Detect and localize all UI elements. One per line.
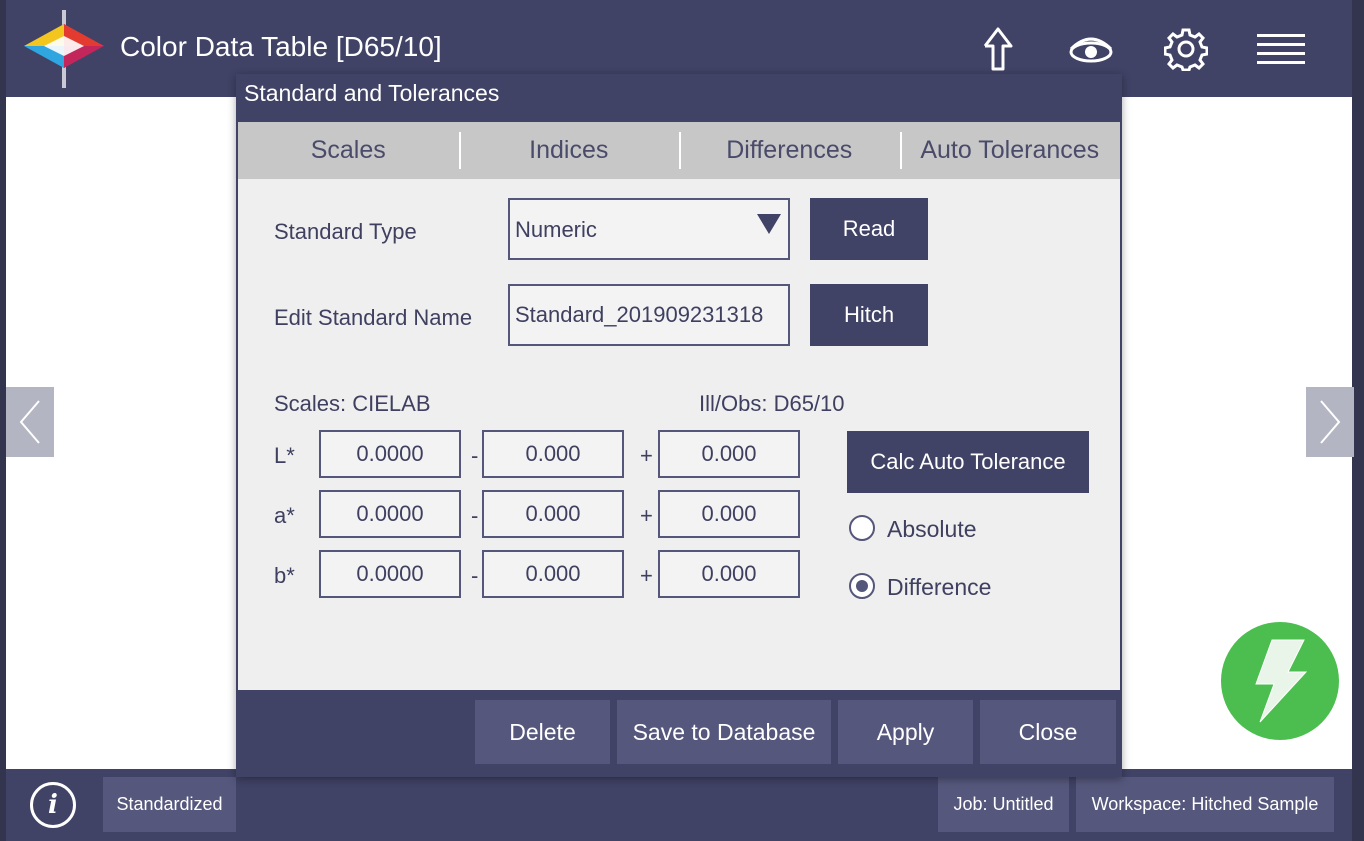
a-star-minus-tolerance-input[interactable]: 0.000 <box>482 490 624 538</box>
hamburger-menu-icon[interactable] <box>1254 22 1308 76</box>
b-star-plus-tolerance-input[interactable]: 0.000 <box>658 550 800 598</box>
gear-icon[interactable] <box>1159 22 1213 76</box>
b-star-minus-tolerance-input[interactable]: 0.000 <box>482 550 624 598</box>
difference-radio[interactable] <box>849 573 875 599</box>
dropdown-arrow-icon <box>757 214 781 234</box>
standard-name-input[interactable]: Standard_201909231318 <box>508 284 790 346</box>
app-title: Color Data Table [D65/10] <box>120 31 442 62</box>
standard-type-label: Standard Type <box>274 219 417 244</box>
a-star-label: a* <box>274 503 295 528</box>
tab-scales[interactable]: Scales <box>238 122 459 179</box>
eye-icon[interactable] <box>1064 22 1118 76</box>
absolute-radio[interactable] <box>849 515 875 541</box>
hitch-button[interactable]: Hitch <box>810 284 928 346</box>
tab-differences[interactable]: Differences <box>679 122 900 179</box>
calc-auto-tolerance-button[interactable]: Calc Auto Tolerance <box>847 431 1089 493</box>
difference-radio-label[interactable]: Difference <box>887 574 991 601</box>
tab-indices[interactable]: Indices <box>458 122 680 179</box>
minus-sign: - <box>471 503 479 528</box>
absolute-radio-label[interactable]: Absolute <box>887 516 977 543</box>
next-page-button[interactable] <box>1306 387 1354 457</box>
info-button[interactable]: i <box>30 782 76 828</box>
lightning-bolt-icon <box>1255 639 1308 723</box>
measure-button[interactable] <box>1221 622 1339 740</box>
status-bar: i Standardized Job: Untitled Workspace: … <box>6 769 1352 841</box>
l-star-plus-tolerance-input[interactable]: 0.000 <box>658 430 800 478</box>
scales-label: Scales: CIELAB <box>274 391 431 416</box>
app-logo <box>24 10 104 88</box>
a-star-plus-tolerance-input[interactable]: 0.000 <box>658 490 800 538</box>
tab-bar: Scales Indices Differences Auto Toleranc… <box>238 122 1120 179</box>
chevron-right-icon <box>1320 400 1341 444</box>
l-star-value-input[interactable]: 0.0000 <box>319 430 461 478</box>
l-star-minus-tolerance-input[interactable]: 0.000 <box>482 430 624 478</box>
job-indicator[interactable]: Job: Untitled <box>938 777 1069 832</box>
edit-standard-name-label: Edit Standard Name <box>274 305 473 330</box>
previous-page-button[interactable] <box>6 387 54 457</box>
b-star-label: b* <box>274 563 295 588</box>
minus-sign: - <box>471 443 479 468</box>
plus-sign: + <box>640 563 653 588</box>
upload-arrow-icon[interactable] <box>971 22 1025 76</box>
save-to-database-button[interactable]: Save to Database <box>617 700 831 764</box>
plus-sign: + <box>640 503 653 528</box>
standard-tolerances-dialog: Standard and Tolerances Scales Indices D… <box>236 74 1122 777</box>
l-star-label: L* <box>274 443 295 468</box>
ill-obs-label: Ill/Obs: D65/10 <box>699 391 845 416</box>
delete-button[interactable]: Delete <box>475 700 610 764</box>
dialog-body: Standard Type Numeric Read Edit Standard… <box>238 179 1120 690</box>
chevron-left-icon <box>19 400 40 444</box>
standardized-badge[interactable]: Standardized <box>103 777 236 832</box>
dialog-title: Standard and Tolerances <box>244 80 500 106</box>
read-button[interactable]: Read <box>810 198 928 260</box>
b-star-value-input[interactable]: 0.0000 <box>319 550 461 598</box>
tab-auto-tolerances[interactable]: Auto Tolerances <box>899 122 1121 179</box>
a-star-value-input[interactable]: 0.0000 <box>319 490 461 538</box>
apply-button[interactable]: Apply <box>838 700 973 764</box>
minus-sign: - <box>471 563 479 588</box>
plus-sign: + <box>640 443 653 468</box>
close-button[interactable]: Close <box>980 700 1116 764</box>
standard-type-value: Numeric <box>515 217 597 242</box>
workspace-indicator[interactable]: Workspace: Hitched Sample <box>1076 777 1334 832</box>
standard-type-select[interactable]: Numeric <box>508 198 790 260</box>
